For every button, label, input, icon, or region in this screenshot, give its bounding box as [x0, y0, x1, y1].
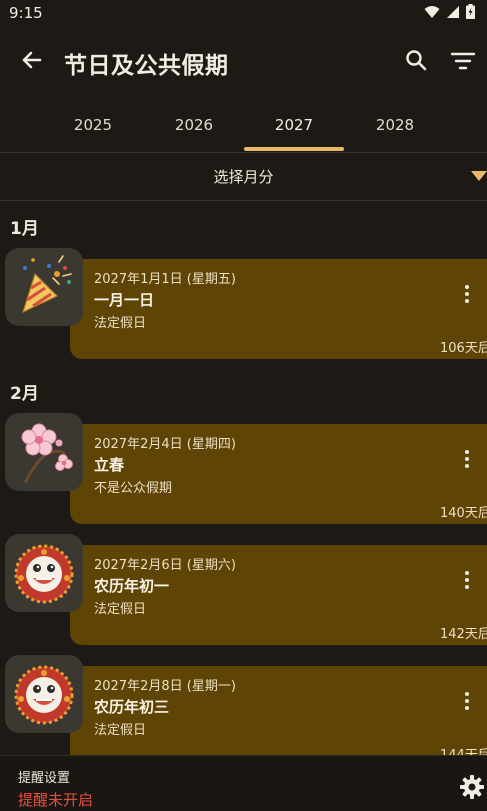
- search-button[interactable]: [403, 47, 431, 75]
- holiday-type: 法定假日: [94, 723, 147, 738]
- holiday-thumbnail: [5, 655, 83, 733]
- holiday-countdown: 106天后: [440, 341, 487, 356]
- page-title: 节日及公共假期: [64, 53, 229, 79]
- section-header-february: 2月: [10, 384, 39, 404]
- holiday-name: 农历年初三: [94, 698, 170, 716]
- more-options-button[interactable]: [459, 569, 475, 593]
- reminder-settings-bar[interactable]: 提醒设置 提醒未开启: [0, 755, 487, 811]
- more-options-button[interactable]: [459, 283, 475, 307]
- filter-button[interactable]: [449, 47, 477, 75]
- month-picker[interactable]: 选择月分: [0, 152, 487, 201]
- holiday-card[interactable]: 2027年2月8日 (星期一) 农历年初三 法定假日 144天后: [70, 666, 487, 766]
- battery-icon: [466, 4, 475, 19]
- signal-icon: [447, 5, 459, 18]
- gear-icon: [460, 775, 484, 799]
- holiday-date: 2027年1月1日 (星期五): [94, 272, 236, 287]
- tab-year-partial[interactable]: 4: [0, 116, 45, 134]
- party-popper-icon: [22, 255, 72, 314]
- more-options-button[interactable]: [459, 448, 475, 472]
- tab-indicator: [244, 147, 344, 151]
- dropdown-arrow-icon: [471, 171, 487, 181]
- search-icon: [406, 50, 427, 71]
- tab-2026[interactable]: 2026: [144, 116, 244, 134]
- tab-2028[interactable]: 2028: [345, 116, 445, 134]
- app-bar: 节日及公共假期: [0, 30, 487, 94]
- holiday-card[interactable]: 2027年2月4日 (星期四) 立春 不是公众假期 140天后: [70, 424, 487, 524]
- reminder-status: 提醒未开启: [18, 791, 94, 809]
- back-button[interactable]: [16, 44, 48, 76]
- section-header-january: 1月: [10, 219, 39, 239]
- cherry-blossom-icon: [21, 423, 73, 484]
- holiday-thumbnail: [5, 413, 83, 491]
- holiday-type: 法定假日: [94, 602, 147, 617]
- month-picker-label: 选择月分: [213, 168, 274, 186]
- holiday-name: 农历年初一: [94, 577, 170, 595]
- filter-icon: [450, 52, 476, 70]
- holiday-type: 不是公众假期: [94, 481, 173, 496]
- status-bar: 9:15: [0, 0, 487, 26]
- wifi-icon: [424, 5, 440, 18]
- more-options-button[interactable]: [459, 690, 475, 714]
- status-icons: [424, 4, 475, 19]
- holiday-countdown: 140天后: [440, 506, 487, 521]
- holiday-date: 2027年2月6日 (星期六): [94, 558, 236, 573]
- tab-2025[interactable]: 2025: [43, 116, 143, 134]
- holiday-thumbnail: [5, 248, 83, 326]
- status-time: 9:15: [9, 4, 43, 22]
- tab-2027[interactable]: 2027: [244, 116, 344, 134]
- holiday-card[interactable]: 2027年1月1日 (星期五) 一月一日 法定假日 106天后: [70, 259, 487, 359]
- lion-dance-icon: [14, 665, 74, 725]
- year-tabs: 4 2025 2026 2027 2028: [0, 106, 487, 153]
- holiday-name: 一月一日: [94, 291, 155, 309]
- settings-button[interactable]: [459, 774, 485, 800]
- holiday-date: 2027年2月8日 (星期一): [94, 679, 236, 694]
- back-arrow-icon: [22, 51, 42, 69]
- holiday-type: 法定假日: [94, 316, 147, 331]
- reminder-settings-title: 提醒设置: [18, 771, 71, 786]
- holiday-card[interactable]: 2027年2月6日 (星期六) 农历年初一 法定假日 142天后: [70, 545, 487, 645]
- holiday-thumbnail: [5, 534, 83, 612]
- holiday-date: 2027年2月4日 (星期四): [94, 437, 236, 452]
- lion-dance-icon: [14, 544, 74, 604]
- holiday-countdown: 142天后: [440, 627, 487, 642]
- holiday-name: 立春: [94, 456, 125, 474]
